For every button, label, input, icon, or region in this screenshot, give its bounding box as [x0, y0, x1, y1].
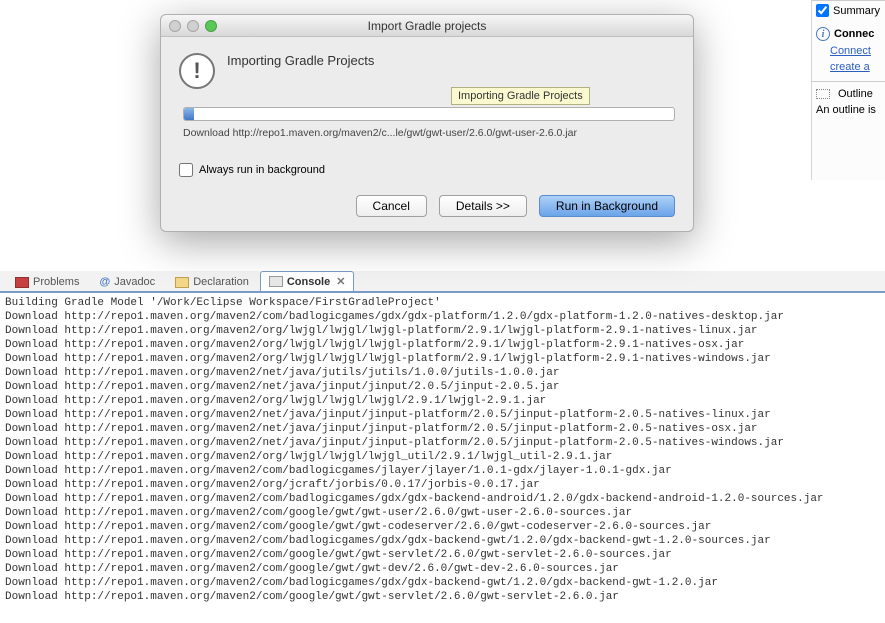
tooltip: Importing Gradle Projects — [451, 87, 590, 105]
outline-label: Outline — [838, 88, 873, 100]
progress-fill — [184, 108, 194, 120]
bottom-tab-bar: Problems @ Javadoc Declaration Console ✕ — [0, 271, 885, 293]
dialog-heading: Importing Gradle Projects — [227, 53, 374, 68]
details-button[interactable]: Details >> — [439, 195, 527, 217]
problems-icon — [15, 277, 29, 288]
tab-declaration-label: Declaration — [193, 276, 249, 288]
declaration-icon — [175, 277, 189, 288]
right-panel: Summary i Connec Connect create a Outlin… — [811, 0, 885, 180]
dialog-titlebar[interactable]: Import Gradle projects — [161, 15, 693, 37]
console-icon — [269, 276, 283, 287]
tab-javadoc[interactable]: @ Javadoc — [90, 272, 164, 291]
dialog-title: Import Gradle projects — [161, 19, 693, 33]
always-background-label: Always run in background — [199, 164, 325, 176]
dialog-body: ! Importing Gradle Projects Download htt… — [161, 37, 693, 231]
tab-problems-label: Problems — [33, 276, 79, 288]
tab-javadoc-label: Javadoc — [114, 276, 155, 288]
progress-status: Download http://repo1.maven.org/maven2/c… — [183, 127, 675, 139]
exclamation-icon: ! — [179, 53, 215, 89]
run-in-background-button[interactable]: Run in Background — [539, 195, 675, 217]
progress-bar — [183, 107, 675, 121]
always-background-checkbox[interactable] — [179, 163, 193, 177]
outline-text: An outline is — [812, 102, 885, 118]
create-link[interactable]: create a — [830, 61, 870, 73]
tab-console[interactable]: Console ✕ — [260, 271, 355, 291]
cancel-button[interactable]: Cancel — [356, 195, 427, 217]
outline-icon — [816, 89, 830, 99]
tab-problems[interactable]: Problems — [6, 272, 88, 291]
javadoc-icon: @ — [99, 276, 110, 288]
console-output[interactable]: Building Gradle Model '/Work/Eclipse Wor… — [5, 296, 881, 621]
import-dialog: Import Gradle projects ! Importing Gradl… — [160, 14, 694, 232]
tab-declaration[interactable]: Declaration — [166, 272, 258, 291]
info-icon: i — [816, 27, 830, 41]
connect-heading: Connec — [834, 28, 874, 40]
connect-link[interactable]: Connect — [830, 45, 871, 57]
summary-checkbox[interactable] — [816, 4, 829, 17]
summary-label: Summary — [833, 5, 880, 17]
close-icon[interactable]: ✕ — [336, 275, 345, 288]
tab-console-label: Console — [287, 276, 330, 288]
